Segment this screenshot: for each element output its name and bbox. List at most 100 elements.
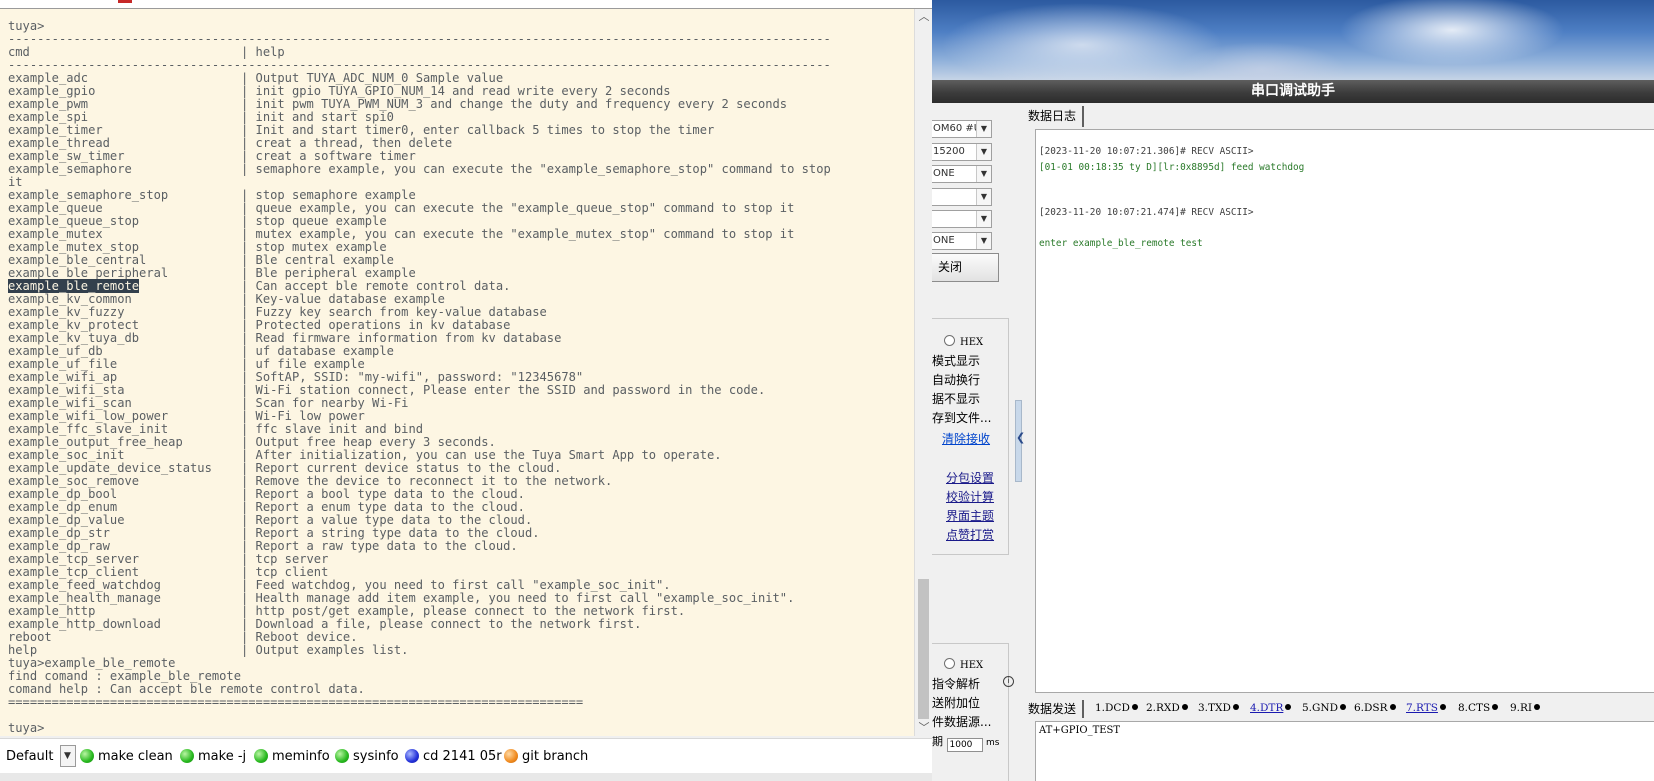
chevron-down-icon[interactable]: ▼ (976, 211, 991, 227)
signal-dcd[interactable]: 1.DCD (1095, 702, 1138, 714)
terminal-scrollbar[interactable]: ︿ ﹀ (914, 9, 933, 736)
port-select[interactable]: OM60 #US ▼ (932, 120, 992, 138)
signal-led-icon (1285, 704, 1292, 710)
receive-log[interactable]: [2023-11-20 10:07:21.306]# RECV ASCII> [… (1035, 129, 1654, 693)
tab-data-send-label: 数据发送 (1028, 702, 1077, 716)
green-dot-icon (180, 749, 194, 763)
close-port-button[interactable]: 关闭 (932, 253, 999, 282)
selected-text[interactable]: example_ble_remote (8, 279, 140, 293)
close-port-label: 关闭 (938, 260, 963, 274)
radio-icon[interactable] (944, 658, 955, 669)
stopbits-value: ONE (933, 235, 955, 246)
stopbits-select[interactable]: ONE ▼ (932, 232, 992, 250)
recv-option[interactable]: 存到文件... (932, 409, 991, 426)
scroll-down-icon[interactable]: ﹀ (915, 720, 933, 736)
scroll-thumb[interactable] (918, 579, 929, 719)
clear-recv-link[interactable]: 清除接收 (942, 430, 990, 447)
recv-hex-radio[interactable]: HEX (944, 334, 983, 348)
quick-button-sysinfo[interactable]: sysinfo (335, 747, 399, 765)
chevron-down-icon[interactable]: ▼ (59, 745, 76, 767)
tool-link-label: 界面主题 (946, 509, 995, 523)
quick-button-git-branch[interactable]: git branch (504, 747, 588, 765)
tool-link[interactable]: 校验计算 (946, 488, 994, 505)
signal-rxd[interactable]: 2.RXD (1146, 702, 1188, 714)
signal-label: 7.RTS (1406, 702, 1438, 714)
info-icon[interactable]: i (1003, 676, 1014, 687)
chevron-down-icon[interactable]: ▼ (976, 189, 991, 205)
signal-rts[interactable]: 7.RTS (1406, 702, 1446, 714)
tool-link[interactable]: 点赞打赏 (946, 526, 994, 543)
terminal-line-rest: | Can accept ble remote control data. (139, 279, 511, 293)
chevron-down-icon[interactable]: ▼ (976, 121, 991, 137)
signal-label: 6.DSR (1354, 702, 1388, 714)
terminal-output[interactable]: tuya> -----------------------------------… (0, 9, 914, 736)
signal-dtr[interactable]: 4.DTR (1250, 702, 1292, 714)
signal-cts[interactable]: 8.CTS (1458, 702, 1499, 714)
signal-dsr[interactable]: 6.DSR (1354, 702, 1396, 714)
databits-select[interactable]: ▼ (932, 188, 992, 206)
signal-ri[interactable]: 9.RI (1510, 702, 1541, 714)
tab-data-log[interactable]: 数据日志 (1024, 106, 1085, 127)
signal-label: 1.DCD (1095, 702, 1130, 714)
send-option[interactable]: 件数据源... (932, 713, 991, 730)
baud-value: 15200 (933, 146, 965, 157)
tool-link[interactable]: 界面主题 (946, 507, 994, 524)
send-hex-radio[interactable]: HEX (944, 657, 983, 671)
signal-label: 2.RXD (1146, 702, 1180, 714)
quick-button-cd[interactable]: cd 2141 05r (405, 747, 502, 765)
send-option-label: 指令解析 (932, 677, 981, 691)
profile-select[interactable]: Default ▼ (6, 745, 76, 767)
signal-txd[interactable]: 3.TXD (1198, 702, 1239, 714)
tab-data-send[interactable]: 数据发送 (1028, 700, 1085, 718)
recv-option[interactable]: 模式显示 (932, 352, 980, 369)
terminal-window: tuya> -----------------------------------… (0, 0, 933, 781)
tool-link-label: 校验计算 (946, 490, 995, 504)
chevron-down-icon[interactable]: ▼ (976, 166, 991, 182)
send-option[interactable]: 指令解析 (932, 675, 980, 692)
log-tab-bar: 数据日志 (1022, 103, 1654, 129)
signal-led-icon (1340, 704, 1347, 710)
recv-option-label: 模式显示 (932, 354, 981, 368)
tool-link[interactable]: 分包设置 (946, 469, 994, 486)
log-header-line: [2023-11-20 10:07:21.474]# RECV ASCII> (1039, 207, 1254, 218)
quick-button-label: meminfo (272, 748, 330, 764)
parity-select[interactable]: ONE ▼ (932, 165, 992, 183)
quick-button-meminfo[interactable]: meminfo (254, 747, 330, 765)
flow-select[interactable]: ▼ (932, 210, 992, 228)
signal-led-icon (1534, 704, 1541, 710)
recv-option[interactable]: 自动换行 (932, 371, 980, 388)
chevron-down-icon[interactable]: ▼ (976, 144, 991, 160)
period-input[interactable]: 1000 (946, 738, 983, 752)
desktop-wallpaper (932, 0, 1654, 80)
tool-link-label: 点赞打赏 (946, 528, 995, 542)
tool-link-label: 分包设置 (946, 471, 995, 485)
send-input[interactable]: AT+GPIO_TEST (1035, 721, 1654, 781)
quick-button-make-j[interactable]: make -j (180, 747, 246, 765)
blue-dot-icon (405, 749, 419, 763)
chevron-left-icon[interactable]: ❮ (1016, 431, 1025, 444)
quick-button-label: sysinfo (353, 748, 399, 764)
quick-button-make-clean[interactable]: make clean (80, 747, 173, 765)
terminal-footer-strip (0, 773, 932, 781)
radio-icon[interactable] (944, 335, 955, 346)
send-input-text: AT+GPIO_TEST (1039, 725, 1121, 736)
recv-option[interactable]: 据不显示 (932, 390, 980, 407)
scroll-up-icon[interactable]: ︿ (915, 9, 933, 25)
quick-command-bar: Default ▼ make clean make -j meminfo sys… (0, 738, 932, 774)
send-option[interactable]: 送附加位 (932, 694, 980, 711)
send-option-label: 送附加位 (932, 696, 981, 710)
chevron-down-icon[interactable]: ▼ (976, 233, 991, 249)
window-title-bar[interactable]: 串口调试助手 (932, 80, 1654, 103)
quick-button-label: make clean (98, 748, 173, 764)
signal-label: 3.TXD (1198, 702, 1231, 714)
signal-led-icon (1389, 704, 1396, 710)
period-unit: ms (986, 738, 1000, 748)
signal-led-icon (1232, 704, 1239, 710)
log-data-line: enter example_ble_remote test (1039, 238, 1203, 249)
signal-gnd[interactable]: 5.GND (1302, 702, 1347, 714)
recv-option-label: 存到文件... (932, 411, 992, 425)
send-period[interactable]: 期 1000 ms (932, 733, 999, 752)
baud-select[interactable]: 15200 ▼ (932, 143, 992, 161)
signal-label: 9.RI (1510, 702, 1533, 714)
green-dot-icon (335, 749, 349, 763)
